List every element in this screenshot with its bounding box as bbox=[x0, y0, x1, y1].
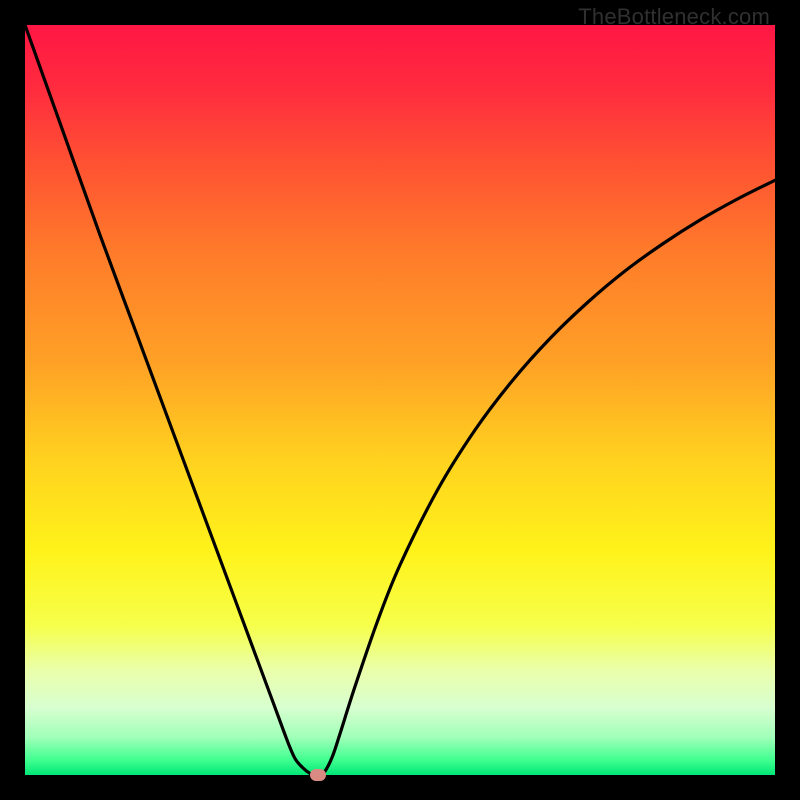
optimal-point-marker bbox=[310, 769, 326, 781]
chart-frame bbox=[25, 25, 775, 775]
watermark-text: TheBottleneck.com bbox=[578, 4, 770, 30]
chart-background bbox=[25, 25, 775, 775]
